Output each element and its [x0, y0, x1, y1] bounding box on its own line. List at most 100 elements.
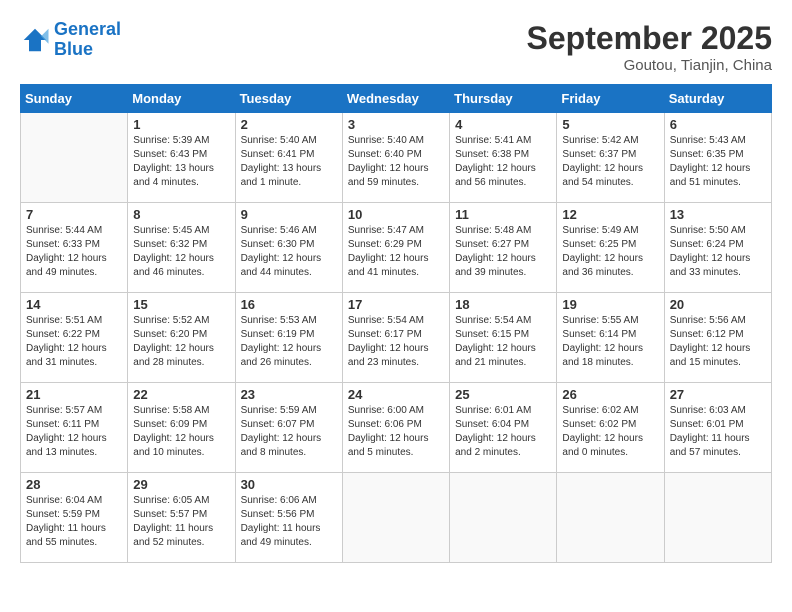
day-number: 6 [670, 117, 766, 132]
day-info: Sunrise: 5:50 AM Sunset: 6:24 PM Dayligh… [670, 224, 766, 280]
week-row-3: 14 Sunrise: 5:51 AM Sunset: 6:22 PM Dayli… [21, 293, 772, 383]
calendar-cell [21, 113, 128, 203]
day-number: 1 [133, 117, 229, 132]
calendar-cell: 12 Sunrise: 5:49 AM Sunset: 6:25 PM Dayli… [557, 203, 664, 293]
day-number: 25 [455, 387, 551, 402]
weekday-header-row: SundayMondayTuesdayWednesdayThursdayFrid… [21, 85, 772, 113]
day-info: Sunrise: 6:02 AM Sunset: 6:02 PM Dayligh… [562, 404, 658, 460]
day-info: Sunrise: 5:40 AM Sunset: 6:41 PM Dayligh… [241, 134, 337, 190]
week-row-2: 7 Sunrise: 5:44 AM Sunset: 6:33 PM Daylig… [21, 203, 772, 293]
day-info: Sunrise: 5:54 AM Sunset: 6:17 PM Dayligh… [348, 314, 444, 370]
logo-text: General Blue [54, 20, 121, 60]
page-header: General Blue September 2025 Goutou, Tian… [20, 20, 772, 74]
day-info: Sunrise: 5:59 AM Sunset: 6:07 PM Dayligh… [241, 404, 337, 460]
calendar-cell: 4 Sunrise: 5:41 AM Sunset: 6:38 PM Daylig… [450, 113, 557, 203]
day-info: Sunrise: 5:49 AM Sunset: 6:25 PM Dayligh… [562, 224, 658, 280]
weekday-header-thursday: Thursday [450, 85, 557, 113]
day-info: Sunrise: 6:06 AM Sunset: 5:56 PM Dayligh… [241, 494, 337, 550]
day-number: 10 [348, 207, 444, 222]
calendar-cell: 23 Sunrise: 5:59 AM Sunset: 6:07 PM Dayli… [235, 383, 342, 473]
day-number: 29 [133, 477, 229, 492]
day-number: 23 [241, 387, 337, 402]
weekday-header-wednesday: Wednesday [342, 85, 449, 113]
day-info: Sunrise: 5:39 AM Sunset: 6:43 PM Dayligh… [133, 134, 229, 190]
day-number: 21 [26, 387, 122, 402]
location: Goutou, Tianjin, China [527, 57, 772, 74]
week-row-5: 28 Sunrise: 6:04 AM Sunset: 5:59 PM Dayli… [21, 473, 772, 563]
day-number: 2 [241, 117, 337, 132]
day-info: Sunrise: 6:05 AM Sunset: 5:57 PM Dayligh… [133, 494, 229, 550]
day-info: Sunrise: 6:00 AM Sunset: 6:06 PM Dayligh… [348, 404, 444, 460]
day-info: Sunrise: 5:42 AM Sunset: 6:37 PM Dayligh… [562, 134, 658, 190]
week-row-1: 1 Sunrise: 5:39 AM Sunset: 6:43 PM Daylig… [21, 113, 772, 203]
calendar-cell: 9 Sunrise: 5:46 AM Sunset: 6:30 PM Daylig… [235, 203, 342, 293]
calendar-cell: 8Sunrise: 5:45 AM Sunset: 6:32 PM Daylig… [128, 203, 235, 293]
calendar-cell: 5Sunrise: 5:42 AM Sunset: 6:37 PM Daylig… [557, 113, 664, 203]
day-number: 26 [562, 387, 658, 402]
weekday-header-saturday: Saturday [664, 85, 771, 113]
day-number: 18 [455, 297, 551, 312]
day-info: Sunrise: 5:40 AM Sunset: 6:40 PM Dayligh… [348, 134, 444, 190]
day-info: Sunrise: 5:56 AM Sunset: 6:12 PM Dayligh… [670, 314, 766, 370]
logo-icon [20, 25, 50, 55]
calendar-table: SundayMondayTuesdayWednesdayThursdayFrid… [20, 84, 772, 563]
day-info: Sunrise: 5:57 AM Sunset: 6:11 PM Dayligh… [26, 404, 122, 460]
day-number: 3 [348, 117, 444, 132]
calendar-cell: 25Sunrise: 6:01 AM Sunset: 6:04 PM Dayli… [450, 383, 557, 473]
day-number: 17 [348, 297, 444, 312]
day-number: 22 [133, 387, 229, 402]
calendar-cell: 20 Sunrise: 5:56 AM Sunset: 6:12 PM Dayli… [664, 293, 771, 383]
day-number: 8 [133, 207, 229, 222]
day-info: Sunrise: 5:52 AM Sunset: 6:20 PM Dayligh… [133, 314, 229, 370]
calendar-cell: 18 Sunrise: 5:54 AM Sunset: 6:15 PM Dayli… [450, 293, 557, 383]
calendar-cell [450, 473, 557, 563]
calendar-cell: 21 Sunrise: 5:57 AM Sunset: 6:11 PM Dayli… [21, 383, 128, 473]
calendar-cell: 11 Sunrise: 5:48 AM Sunset: 6:27 PM Dayli… [450, 203, 557, 293]
day-number: 4 [455, 117, 551, 132]
calendar-cell: 30 Sunrise: 6:06 AM Sunset: 5:56 PM Dayli… [235, 473, 342, 563]
logo-line2: Blue [54, 39, 93, 59]
day-number: 24 [348, 387, 444, 402]
weekday-header-friday: Friday [557, 85, 664, 113]
calendar-cell: 10 Sunrise: 5:47 AM Sunset: 6:29 PM Dayli… [342, 203, 449, 293]
title-block: September 2025 Goutou, Tianjin, China [527, 20, 772, 74]
month-title: September 2025 [527, 20, 772, 57]
day-info: Sunrise: 6:03 AM Sunset: 6:01 PM Dayligh… [670, 404, 766, 460]
calendar-cell: 26 Sunrise: 6:02 AM Sunset: 6:02 PM Dayli… [557, 383, 664, 473]
day-info: Sunrise: 5:46 AM Sunset: 6:30 PM Dayligh… [241, 224, 337, 280]
day-info: Sunrise: 5:47 AM Sunset: 6:29 PM Dayligh… [348, 224, 444, 280]
day-number: 9 [241, 207, 337, 222]
day-number: 27 [670, 387, 766, 402]
calendar-cell: 19 Sunrise: 5:55 AM Sunset: 6:14 PM Dayli… [557, 293, 664, 383]
day-info: Sunrise: 5:51 AM Sunset: 6:22 PM Dayligh… [26, 314, 122, 370]
day-number: 20 [670, 297, 766, 312]
calendar-cell: 17 Sunrise: 5:54 AM Sunset: 6:17 PM Dayli… [342, 293, 449, 383]
week-row-4: 21 Sunrise: 5:57 AM Sunset: 6:11 PM Dayli… [21, 383, 772, 473]
day-info: Sunrise: 5:54 AM Sunset: 6:15 PM Dayligh… [455, 314, 551, 370]
day-info: Sunrise: 5:53 AM Sunset: 6:19 PM Dayligh… [241, 314, 337, 370]
calendar-cell: 3 Sunrise: 5:40 AM Sunset: 6:40 PM Daylig… [342, 113, 449, 203]
calendar-cell: 27 Sunrise: 6:03 AM Sunset: 6:01 PM Dayli… [664, 383, 771, 473]
day-number: 7 [26, 207, 122, 222]
day-info: Sunrise: 5:48 AM Sunset: 6:27 PM Dayligh… [455, 224, 551, 280]
calendar-cell: 2 Sunrise: 5:40 AM Sunset: 6:41 PM Daylig… [235, 113, 342, 203]
day-number: 28 [26, 477, 122, 492]
day-info: Sunrise: 5:44 AM Sunset: 6:33 PM Dayligh… [26, 224, 122, 280]
weekday-header-monday: Monday [128, 85, 235, 113]
calendar-cell: 7 Sunrise: 5:44 AM Sunset: 6:33 PM Daylig… [21, 203, 128, 293]
day-number: 30 [241, 477, 337, 492]
calendar-cell: 16 Sunrise: 5:53 AM Sunset: 6:19 PM Dayli… [235, 293, 342, 383]
day-number: 11 [455, 207, 551, 222]
day-info: Sunrise: 5:41 AM Sunset: 6:38 PM Dayligh… [455, 134, 551, 190]
day-number: 19 [562, 297, 658, 312]
logo: General Blue [20, 20, 121, 60]
day-number: 12 [562, 207, 658, 222]
calendar-cell: 29 Sunrise: 6:05 AM Sunset: 5:57 PM Dayli… [128, 473, 235, 563]
day-info: Sunrise: 6:04 AM Sunset: 5:59 PM Dayligh… [26, 494, 122, 550]
day-number: 16 [241, 297, 337, 312]
day-number: 13 [670, 207, 766, 222]
calendar-cell: 22Sunrise: 5:58 AM Sunset: 6:09 PM Dayli… [128, 383, 235, 473]
day-number: 14 [26, 297, 122, 312]
day-info: Sunrise: 5:55 AM Sunset: 6:14 PM Dayligh… [562, 314, 658, 370]
calendar-cell: 15Sunrise: 5:52 AM Sunset: 6:20 PM Dayli… [128, 293, 235, 383]
